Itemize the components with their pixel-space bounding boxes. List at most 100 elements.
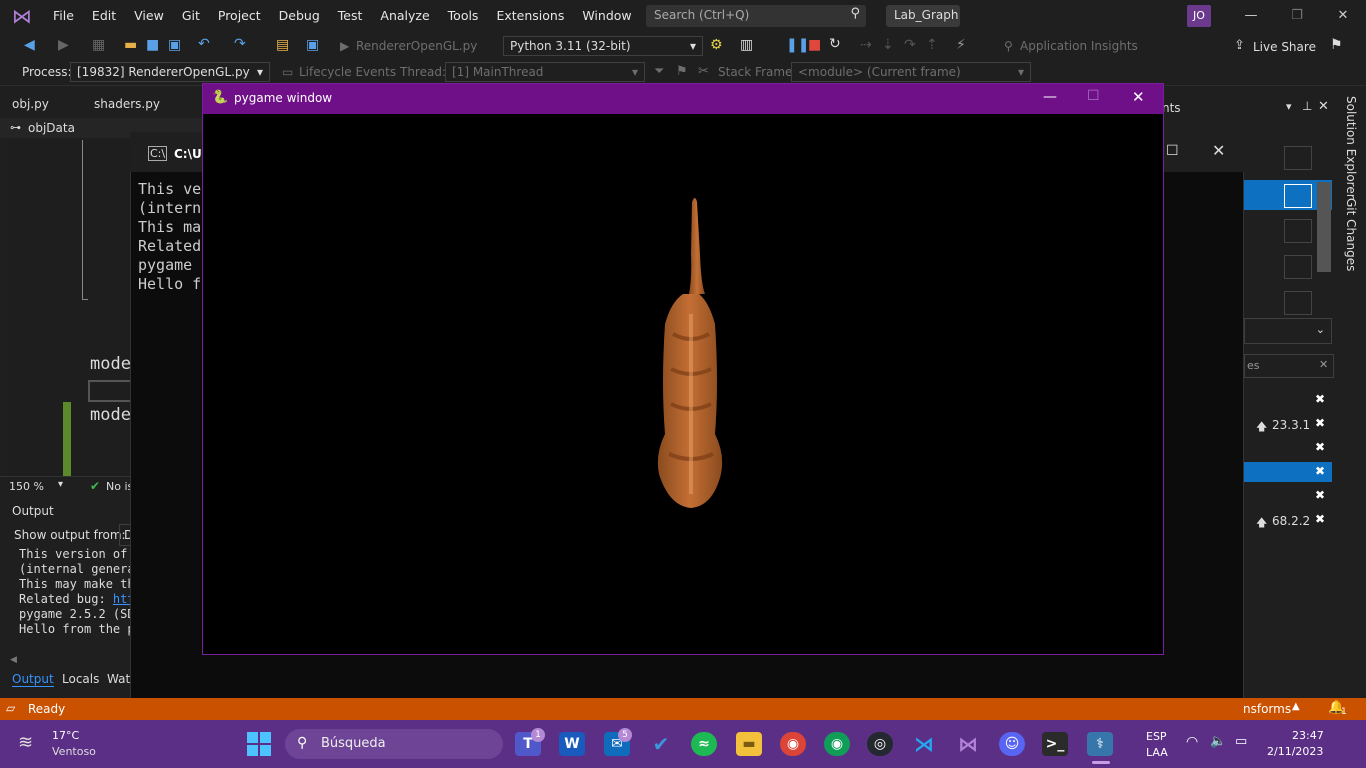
status-expand-icon[interactable]: ▲ xyxy=(1292,701,1300,712)
forward-icon[interactable]: ▶ xyxy=(58,37,69,53)
stack-frame-select[interactable]: <module> (Current frame) ▾ xyxy=(791,62,1031,82)
zoom-dropdown-icon[interactable]: ▾ xyxy=(58,479,63,490)
battery-icon[interactable]: ▭ xyxy=(1235,734,1247,749)
uninstall-package-icon[interactable]: ✖ xyxy=(1315,488,1325,502)
uninstall-package-icon[interactable]: ✖ xyxy=(1315,440,1325,454)
search-input[interactable]: Search (Ctrl+Q) ⚲ xyxy=(646,5,866,27)
todo-icon[interactable]: ✔ xyxy=(648,732,674,756)
tab-obj-py[interactable]: obj.py xyxy=(12,97,49,111)
input-language[interactable]: ESP xyxy=(1146,730,1167,743)
uninstall-package-icon[interactable]: ✖ xyxy=(1315,512,1325,526)
visual-studio-icon[interactable]: ⋈ xyxy=(955,732,981,756)
menu-project[interactable]: Project xyxy=(209,0,270,32)
pygame-window[interactable]: 🐍 pygame window — ☐ ✕ xyxy=(202,83,1164,655)
file-explorer-icon[interactable]: ▬ xyxy=(736,732,762,756)
console-maximize-button[interactable]: ☐ xyxy=(1166,143,1179,159)
code-file-icon[interactable] xyxy=(1284,219,1312,243)
save-all-icon[interactable]: ▣ xyxy=(168,37,181,53)
undo-icon[interactable]: ↶ xyxy=(198,36,210,52)
vscode-icon[interactable]: ⋊ xyxy=(911,732,937,756)
save-icon[interactable]: ■ xyxy=(146,37,159,53)
start-debug-icon[interactable]: ▶ xyxy=(340,39,349,53)
spotify-icon[interactable]: ≈ xyxy=(691,732,717,756)
github-desktop-icon[interactable]: ◎ xyxy=(867,732,893,756)
process-select[interactable]: [19832] RendererOpenGL.py ▾ xyxy=(70,62,270,82)
taskbar-search-box[interactable]: ⚲ Búsqueda xyxy=(285,729,503,759)
menu-window[interactable]: Window xyxy=(573,0,640,32)
thread-select[interactable]: [1] MainThread ▾ xyxy=(445,62,645,82)
feedback-icon[interactable]: ⚑ xyxy=(1330,37,1343,53)
weather-temperature[interactable]: 17°C xyxy=(52,729,79,742)
hot-reload-icon[interactable]: ⚡ xyxy=(956,37,966,53)
clock-date[interactable]: 2/11/2023 xyxy=(1267,745,1323,758)
tab-shaders-py[interactable]: shaders.py xyxy=(94,97,160,111)
redo-icon[interactable]: ↷ xyxy=(234,36,246,52)
pin-icon[interactable]: ⊥ xyxy=(1302,99,1312,113)
close-button[interactable]: ✕ xyxy=(1320,0,1366,32)
restore-button[interactable]: ❐ xyxy=(1274,0,1320,32)
volume-icon[interactable]: 🔈 xyxy=(1210,734,1226,749)
layout-icon[interactable]: ▥ xyxy=(740,37,753,53)
uninstall-package-icon[interactable]: ✖ xyxy=(1315,464,1325,478)
close-panel-icon[interactable]: ✕ xyxy=(1318,99,1329,114)
step-back-icon[interactable]: ↷ xyxy=(904,37,916,53)
nav-member-objdata[interactable]: objData xyxy=(28,121,75,135)
lifecycle-events-button[interactable]: Lifecycle Events xyxy=(299,65,396,79)
tab-watch[interactable]: Wat xyxy=(107,672,130,686)
scroll-left-icon[interactable]: ◀ xyxy=(10,655,17,665)
startup-item[interactable]: RendererOpenGL.py xyxy=(356,39,477,53)
weather-wind-icon[interactable]: ≋ xyxy=(18,732,33,753)
flag-icon[interactable]: ⚑ xyxy=(676,64,688,79)
chrome-icon[interactable]: ◉ xyxy=(780,732,806,756)
discord-icon[interactable]: ☺ xyxy=(999,732,1025,756)
avatar[interactable]: JO xyxy=(1187,5,1211,27)
menu-file[interactable]: File xyxy=(44,0,83,32)
app-insights-icon[interactable]: ⚲ xyxy=(1004,39,1013,53)
menu-edit[interactable]: Edit xyxy=(83,0,125,32)
wifi-icon[interactable]: ◠ xyxy=(1186,734,1198,750)
open-folder-icon[interactable]: ▬ xyxy=(124,37,137,53)
upgrade-icon[interactable]: 🡅 xyxy=(1256,514,1267,533)
clock-time[interactable]: 23:47 xyxy=(1292,729,1324,742)
live-share-button[interactable]: Live Share xyxy=(1253,40,1316,54)
code-file-icon[interactable] xyxy=(1284,146,1312,170)
menu-extensions[interactable]: Extensions xyxy=(487,0,573,32)
stop-icon[interactable]: ■ xyxy=(808,37,821,53)
python-environment-select[interactable]: Python 3.11 (32-bit) ▾ xyxy=(503,36,703,56)
code-file-icon[interactable] xyxy=(1284,291,1312,315)
live-share-icon[interactable]: ⇪ xyxy=(1234,38,1245,53)
pygame-close-button[interactable]: ✕ xyxy=(1132,88,1145,106)
pygame-minimize-button[interactable]: — xyxy=(1043,89,1057,105)
window-position-icon[interactable]: ▾ xyxy=(1286,100,1292,113)
tab-output[interactable]: Output xyxy=(12,672,54,687)
chrome-profile-icon[interactable]: ◉ xyxy=(824,732,850,756)
solution-name-badge[interactable]: Lab_Graph xyxy=(886,5,960,27)
word-icon[interactable]: W xyxy=(559,732,585,756)
start-button[interactable] xyxy=(247,732,271,756)
uninstall-package-icon[interactable]: ✖ xyxy=(1315,392,1325,406)
environment-dropdown[interactable]: ⌄ xyxy=(1244,318,1332,344)
python-icon[interactable]: ⚕ xyxy=(1087,732,1113,756)
tools-icon[interactable]: ✂ xyxy=(698,64,709,79)
zoom-level[interactable]: 150 % xyxy=(9,480,44,493)
pause-icon[interactable]: ❚❚ xyxy=(786,37,809,53)
upgrade-icon[interactable]: 🡅 xyxy=(1256,418,1267,437)
terminal-icon[interactable]: >_ xyxy=(1042,732,1068,756)
input-layout[interactable]: LAA xyxy=(1146,746,1168,759)
menu-test[interactable]: Test xyxy=(329,0,372,32)
menu-analyze[interactable]: Analyze xyxy=(371,0,438,32)
screenshot-icon[interactable]: ▣ xyxy=(306,37,319,53)
filter-icon[interactable]: ⏷ xyxy=(654,64,664,79)
back-icon[interactable]: ◀ xyxy=(24,37,35,53)
package-icon[interactable]: ⚙ xyxy=(710,37,723,53)
minimize-button[interactable]: — xyxy=(1228,0,1274,32)
menu-tools[interactable]: Tools xyxy=(439,0,488,32)
tab-locals[interactable]: Locals xyxy=(62,672,99,686)
menu-git[interactable]: Git xyxy=(173,0,209,32)
console-close-button[interactable]: ✕ xyxy=(1212,141,1225,160)
scrollbar-thumb[interactable] xyxy=(1317,182,1331,272)
code-file-icon[interactable] xyxy=(1284,184,1312,208)
side-tab-solution-explorer[interactable]: Solution Explorer xyxy=(1344,96,1358,199)
restart-icon[interactable]: ↻ xyxy=(829,36,841,52)
app-insights-label[interactable]: Application Insights xyxy=(1020,39,1138,53)
